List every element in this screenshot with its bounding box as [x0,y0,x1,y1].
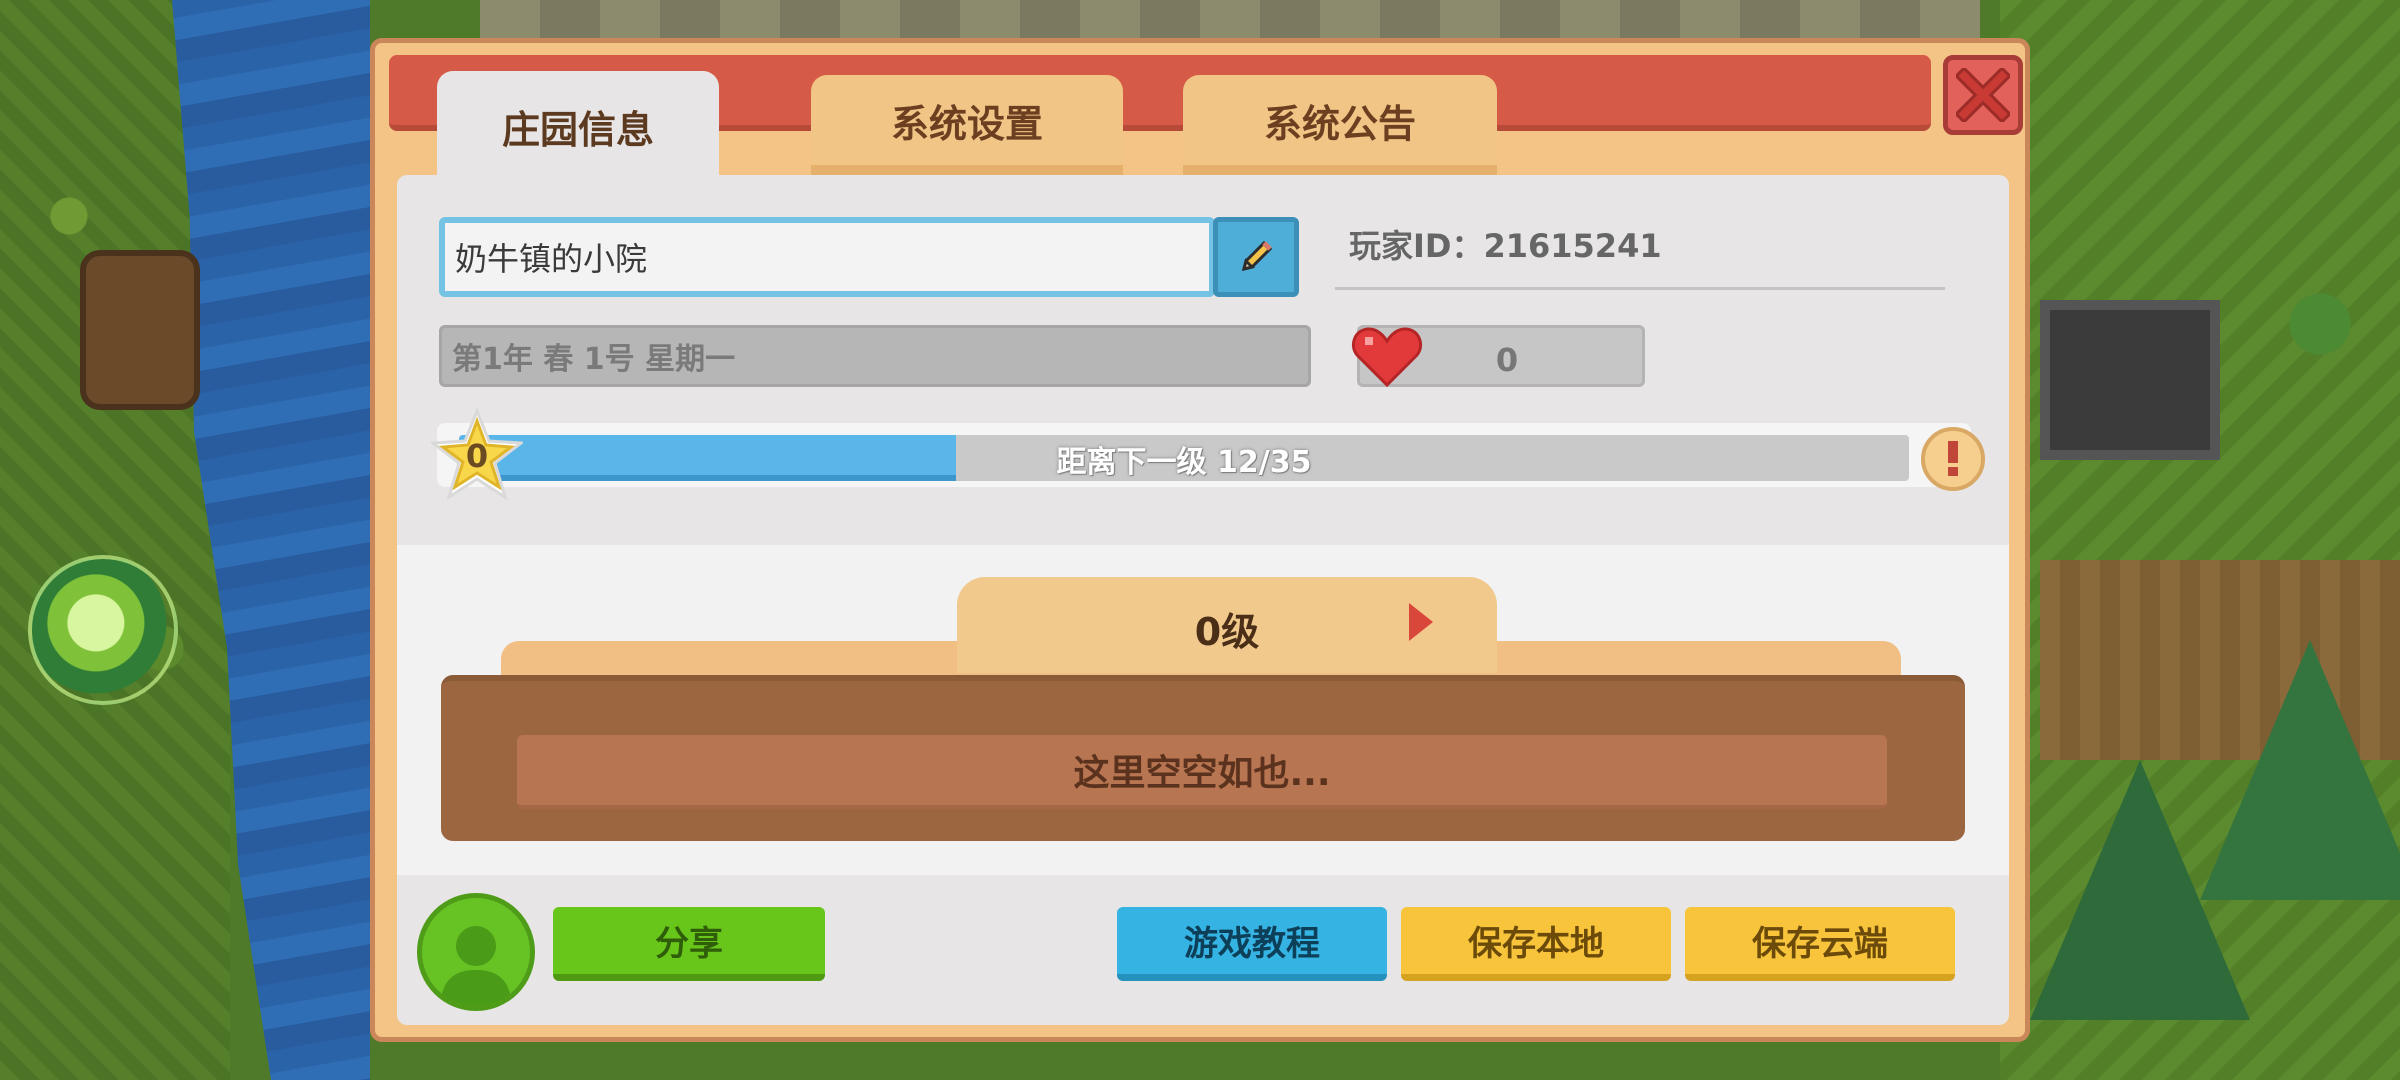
close-button[interactable] [1943,55,2023,135]
tutorial-button[interactable]: 游戏教程 [1117,907,1387,981]
stone-cave [2040,300,2220,460]
level-info-button[interactable] [1921,427,1985,491]
pine-tree [2200,640,2400,900]
tab-system-announcement[interactable]: 系统公告 [1183,75,1497,175]
level-rewards-box: 这里空空如也... [441,675,1965,841]
user-silhouette-icon [440,926,512,1006]
next-level-arrow-icon[interactable] [1407,597,1435,647]
tab-system-settings[interactable]: 系统设置 [811,75,1123,175]
tree-stump [80,250,200,410]
floating-gamepad-button[interactable] [28,555,178,705]
game-date-field: 第1年 春 1号 星期一 [439,325,1311,387]
heart-icon [1352,327,1422,388]
player-level-value: 0 [465,437,489,475]
likes-count: 0 [1495,341,1519,379]
close-x-icon [1956,68,2010,122]
estate-name-field[interactable]: 奶牛镇的小院 [439,217,1215,297]
divider [1335,287,1945,290]
level-progress-text: 距离下一级 12/35 [1056,445,1312,480]
tab-estate-info[interactable]: 庄园信息 [437,71,719,181]
edit-name-button[interactable] [1213,217,1299,297]
share-button[interactable]: 分享 [553,907,825,981]
empty-rewards-message: 这里空空如也... [517,735,1887,809]
estate-info-panel: 奶牛镇的小院 玩家ID：21615241 第1年 春 1号 星期一 0 距离下一… [397,175,2009,1025]
estate-info-dialog: 庄园信息 系统设置 系统公告 奶牛镇的小院 玩家ID：21615241 第1年 … [370,38,2030,1042]
player-id-label: 玩家ID：21615241 [1349,227,1662,265]
save-local-button[interactable]: 保存本地 [1401,907,1671,981]
pencil-icon [1241,240,1273,272]
save-cloud-button[interactable]: 保存云端 [1685,907,1955,981]
avatar-button[interactable] [417,893,535,1011]
exclamation-icon [1948,441,1958,476]
level-rewards-section: 0级 这里空空如也... [397,545,2009,875]
stone-wall [480,0,1980,40]
